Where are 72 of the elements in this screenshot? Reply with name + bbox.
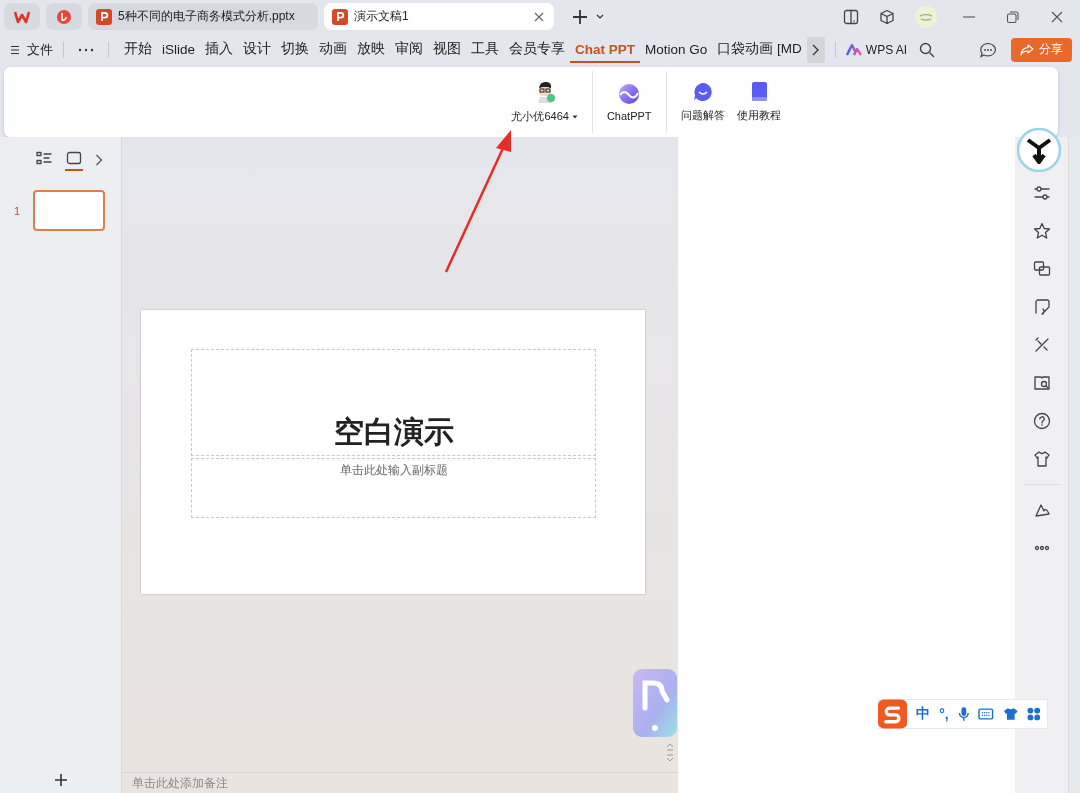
grid-icon[interactable] xyxy=(1027,707,1041,721)
menu-tab[interactable]: 会员专享 xyxy=(504,35,571,64)
windows-icon[interactable] xyxy=(1032,260,1051,278)
menu-icon xyxy=(10,44,20,55)
input-mode-toggle[interactable]: 中 xyxy=(916,705,931,723)
ribbon-button[interactable]: 使用教程 xyxy=(730,81,787,123)
ai-logo-icon xyxy=(845,43,862,56)
menu-tab[interactable]: 视图 xyxy=(428,35,467,64)
menu-tab[interactable]: 审阅 xyxy=(390,35,429,64)
swirl-orb-icon xyxy=(618,82,641,105)
menu-tab[interactable]: 口袋动画 [MD xyxy=(712,35,807,64)
plus-icon[interactable] xyxy=(53,773,68,787)
tablet-icon[interactable] xyxy=(843,8,859,25)
caret-icon[interactable] xyxy=(596,13,604,20)
more-icon[interactable] xyxy=(78,47,94,52)
tab-title: 5种不同的电子商务模式分析.pptx xyxy=(118,8,296,25)
app-logo-icon[interactable] xyxy=(1017,128,1061,172)
sliders-icon[interactable] xyxy=(1032,184,1051,202)
slide-title: 空白演示 xyxy=(333,414,454,450)
placeholder-text: 单击此处输入副标题 xyxy=(339,462,448,479)
shirt-icon[interactable] xyxy=(1002,707,1019,721)
menu-tab[interactable]: 切换 xyxy=(276,35,315,64)
search-icon[interactable] xyxy=(919,41,936,58)
subtitle-placeholder[interactable]: 单击此处输入副标题 xyxy=(191,458,596,518)
smile-bubble-icon xyxy=(691,81,714,103)
microphone-icon[interactable] xyxy=(957,706,970,722)
file-menu-button[interactable]: 文件 xyxy=(10,40,53,59)
view-tab[interactable] xyxy=(64,149,83,171)
close-icon[interactable] xyxy=(1050,9,1064,24)
presentation-file-icon xyxy=(332,8,348,25)
star-icon[interactable] xyxy=(1032,222,1051,240)
menu-tab[interactable]: Motion Go xyxy=(640,36,713,63)
slide-number: 1 xyxy=(14,204,21,217)
menu-tab[interactable]: 设计 xyxy=(238,35,277,64)
home-tab[interactable] xyxy=(4,3,40,30)
menu-tab[interactable]: iSlide xyxy=(157,36,201,63)
close-icon[interactable] xyxy=(534,11,544,22)
menu-tab[interactable]: 插入 xyxy=(200,35,239,64)
caret-icon xyxy=(571,114,578,119)
document-tab[interactable]: 演示文稿1 xyxy=(324,3,554,30)
presentation-file-icon xyxy=(96,8,112,25)
book-search-icon[interactable] xyxy=(1032,374,1051,392)
chevron-right-icon[interactable] xyxy=(94,154,103,166)
chat-bubble-icon[interactable] xyxy=(979,41,997,58)
slide-thumbnail[interactable] xyxy=(33,190,106,231)
menu-tab[interactable]: 放映 xyxy=(352,35,391,64)
user-button[interactable]: 尤小优6464 xyxy=(505,80,584,124)
menu-tab[interactable]: Chat PPT xyxy=(570,36,641,63)
keyboard-icon[interactable] xyxy=(978,708,994,720)
menu-tab[interactable]: 开始 xyxy=(119,35,157,64)
title-placeholder[interactable]: 空白演示 xyxy=(191,349,596,456)
menu-tab[interactable]: 动画 xyxy=(314,35,353,64)
punctuation-toggle[interactable]: °, xyxy=(939,706,949,722)
slide-view-icon xyxy=(65,151,82,165)
help-icon[interactable] xyxy=(1032,412,1051,430)
app-tab[interactable] xyxy=(46,3,82,30)
plus-icon[interactable] xyxy=(572,8,588,25)
cube-icon[interactable] xyxy=(879,8,895,25)
share-icon xyxy=(1020,43,1034,56)
menu-tab[interactable]: 工具 xyxy=(466,35,505,64)
logo-icon xyxy=(14,9,30,24)
outline-view-icon xyxy=(35,151,52,165)
ribbon-button[interactable]: ChatPPT xyxy=(600,82,658,122)
ime-logo-icon[interactable] xyxy=(878,698,908,729)
chevron-right-icon xyxy=(812,43,820,56)
shirt-icon[interactable] xyxy=(1032,450,1051,468)
tab-title: 演示文稿1 xyxy=(354,8,410,25)
document-tab[interactable]: 5种不同的电子商务模式分析.pptx xyxy=(88,3,318,30)
restore-icon[interactable] xyxy=(1006,9,1020,24)
wps-ai-button[interactable]: WPS AI xyxy=(845,42,908,57)
scroll-right-button[interactable] xyxy=(806,36,825,63)
ribbon-button[interactable]: 问题解答 xyxy=(674,81,731,123)
